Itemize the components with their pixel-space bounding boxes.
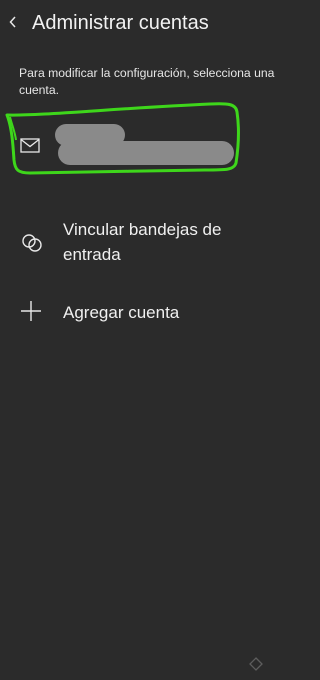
redacted-account-email [58,141,234,165]
watermark-icon [249,657,263,671]
add-account-item[interactable]: Agregar cuenta [0,298,304,328]
header: Administrar cuentas [0,0,304,46]
chevron-left-icon [9,16,16,28]
page-title: Administrar cuentas [32,12,209,34]
link-inboxes-item[interactable]: Vincular bandejas de entrada [0,216,304,270]
settings-hint: Para modificar la configuración, selecci… [19,66,275,97]
mail-icon [20,138,40,153]
add-account-label: Agregar cuenta [63,303,180,322]
back-button[interactable] [4,11,22,33]
link-inboxes-label: Vincular bandejas de entrada [63,220,222,264]
link-icon [22,234,42,252]
plus-icon [21,301,41,321]
